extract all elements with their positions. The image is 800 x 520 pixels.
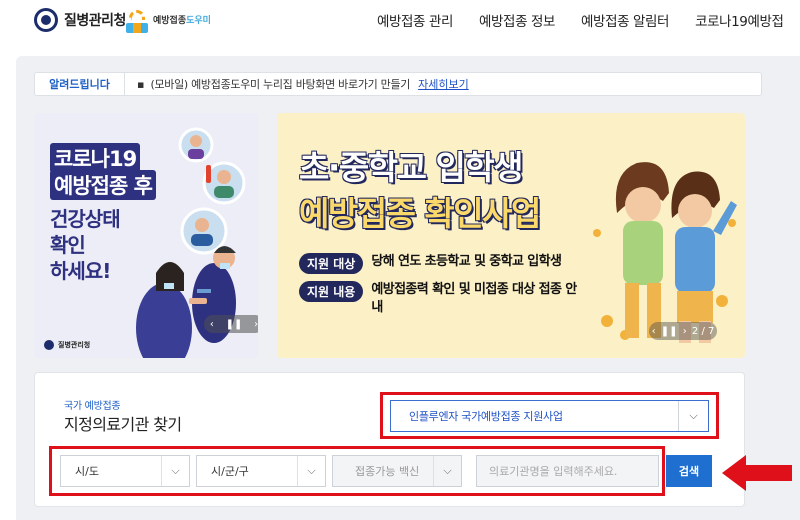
support-target-desc: 당해 연도 초등학교 및 중학교 입학생 [371,254,562,269]
covid-banner-org-logo: 질병관리청 [44,340,90,350]
covid-banner-org-name: 질병관리청 [58,341,91,349]
pause-slide-button[interactable]: ❚❚ [661,326,678,337]
next-slide-button[interactable]: › [254,319,258,330]
prev-slide-button[interactable]: ‹ [210,319,214,330]
chevron-down-icon[interactable]: ⌵ [161,456,189,486]
covid-banner-pager: ‹ ❚❚ › [204,315,258,333]
banner-title-line2: 예방접종 확인사업 [299,194,541,233]
pause-slide-button[interactable]: ❚❚ [226,319,243,330]
covid-banner-line3: 건강상태 [50,207,121,231]
vaccine-select[interactable]: 접종가능 백신 ⌵ [332,455,462,487]
main-nav: 예방접종 관리 예방접종 정보 예방접종 알림터 코로나19예방접 [364,10,797,30]
covid-banner[interactable]: 코로나19 예방접종 후 건강상태 확인 하세요! 질병관리청 ‹ ❚❚ › [34,113,258,358]
sigungu-select[interactable]: 시/군/구 ⌵ [196,455,326,487]
nip-logo-icon [124,8,150,34]
org-name: 질병관리청 [64,13,126,29]
red-arrow-icon [722,455,792,491]
kdca-emblem-small-icon [44,340,54,350]
search-subtitle: 국가 예방접종 [64,401,121,412]
nav-vaccination-management[interactable]: 예방접종 관리 [364,10,466,30]
notice-text[interactable]: (모바일) 예방접종도우미 누리집 바탕화면 바로가기 만들기 [150,76,410,92]
institution-name-input[interactable] [476,455,659,487]
sido-select[interactable]: 시/도 ⌵ [60,455,190,487]
chevron-down-icon[interactable]: ⌵ [433,456,461,486]
support-content-row: 지원 내용 예방접종력 확인 및 미접종 대상 접종 안내 [299,281,581,317]
support-content-desc: 예방접종력 확인 및 미접종 대상 접종 안내 [371,282,577,315]
sigungu-select-value: 시/군/구 [211,465,249,478]
nav-vaccination-info[interactable]: 예방접종 정보 [466,10,568,30]
vaccine-select-value: 접종가능 백신 [355,465,420,478]
support-target-row: 지원 대상 당해 연도 초등학교 및 중학교 입학생 [299,253,562,274]
sido-select-value: 시/도 [75,465,99,478]
covid-banner-line5: 하세요! [50,259,111,283]
program-select[interactable]: 인플루엔자 국가예방접종 지원사업 ⌵ [390,400,709,432]
nav-vaccination-notice[interactable]: 예방접종 알림터 [568,10,682,30]
kdca-emblem-icon [34,8,58,32]
slide-counter: 2 / 7 [691,325,715,337]
covid-banner-line1: 코로나19 [50,143,141,173]
notice-bullet-icon: ▪ [137,77,145,91]
notice-label: 알려드립니다 [35,73,125,95]
search-button[interactable]: 검색 [666,455,712,487]
banner-title-line1: 초·중학교 입학생 [299,148,524,187]
helper-logo-text: 예방접종도우미 [153,16,211,26]
notice-detail-link[interactable]: 자세히보기 [418,76,469,92]
school-vaccination-banner[interactable]: 초·중학교 입학생 예방접종 확인사업 지원 대상 당해 연도 초등학교 및 중… [277,113,745,358]
kdca-logo[interactable]: 질병관리청 [34,8,126,32]
search-title: 지정의료기관 찾기 [64,415,182,434]
next-slide-button[interactable]: › [683,326,687,337]
nav-covid19-vaccination[interactable]: 코로나19예방접 [682,10,797,30]
notice-bar: 알려드립니다 ▪ (모바일) 예방접종도우미 누리집 바탕화면 바로가기 만들기… [34,72,762,96]
chevron-down-icon[interactable]: ⌵ [297,456,325,486]
support-content-label: 지원 내용 [299,281,364,302]
program-select-value: 인플루엔자 국가예방접종 지원사업 [409,410,563,423]
covid-banner-line4: 확인 [50,233,86,257]
covid-banner-line2: 예방접종 후 [50,170,156,200]
site-header: 질병관리청 예방접종도우미 예방접종 관리 예방접종 정보 예방접종 알림터 코… [0,0,800,42]
chevron-down-icon[interactable]: ⌵ [678,401,708,431]
vaccination-helper-logo[interactable]: 예방접종도우미 [124,8,211,34]
prev-slide-button[interactable]: ‹ [652,326,656,337]
school-banner-pager: ‹ ❚❚ › 2 / 7 [649,322,717,340]
support-target-label: 지원 대상 [299,253,364,274]
